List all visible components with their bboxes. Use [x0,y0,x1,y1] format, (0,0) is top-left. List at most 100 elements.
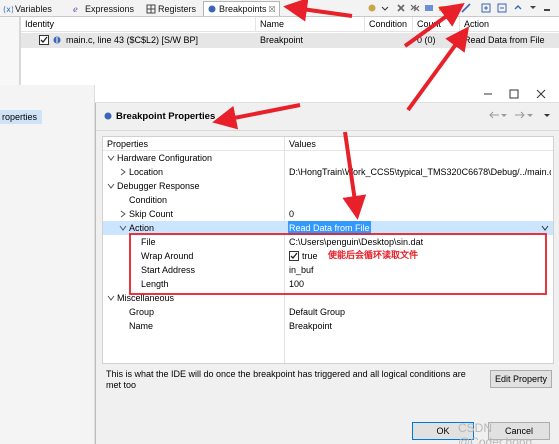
action-select-value[interactable]: Read Data from File [288,221,371,235]
section-hardware-configuration[interactable]: Hardware Configuration [103,151,553,165]
section-debugger-response[interactable]: Debugger Response [103,179,553,193]
close-window-icon[interactable] [536,89,546,99]
minimize-window-icon[interactable] [483,89,493,99]
forward-dropdown-icon[interactable] [526,110,534,120]
property-value[interactable]: 0 [289,207,294,221]
tab-variables-label: Variables [15,3,52,14]
tab-registers[interactable]: Registers [143,1,199,16]
tab-breakpoints[interactable]: Breakpoints ☒ [203,1,280,16]
svg-text:(x): (x) [3,5,13,14]
property-value[interactable]: C:\Users\penguin\Desktop\sin.dat [289,235,423,249]
breakpoint-identity: main.c, line 43 ($C$L2) [S/W BP] [66,35,199,45]
breakpoint-row[interactable]: main.c, line 43 ($C$L2) [S/W BP] Breakpo… [21,33,559,48]
property-row-start-address[interactable]: Start Address in_buf [103,263,553,277]
screenshot: (x) Variables ℯ Expressions Registers Br… [0,0,559,444]
dialog-title: Breakpoint Properties [116,111,216,122]
property-row-name[interactable]: Name Breakpoint [103,319,553,333]
chevron-down-icon[interactable] [541,224,549,232]
tab-variables[interactable]: (x) Variables [0,1,55,16]
annotation-text: 使能后会循环读取文件 [328,251,419,261]
property-value[interactable]: in_buf [289,263,314,277]
remove-icon[interactable] [396,3,406,13]
close-tab-icon[interactable]: ☒ [269,5,276,14]
chevron-right-icon[interactable] [119,210,127,218]
breakpoint-count: 0 (0) [417,35,436,45]
svg-text:ℯ: ℯ [73,5,78,14]
watermark: CSDN @Coder.hong [458,421,533,444]
expressions-icon: ℯ [73,5,78,14]
view-tab-bar: (x) Variables ℯ Expressions Registers Br… [0,0,559,17]
checkbox-checked-icon[interactable] [39,35,49,45]
maximize-window-icon[interactable] [509,89,519,99]
collapse-all-icon[interactable] [497,3,507,13]
section-label: Hardware Configuration [117,153,213,163]
forward-arrow-icon[interactable] [514,110,526,120]
breakpoint-action: Read Data from File [464,35,545,45]
property-row-group[interactable]: Group Default Group [103,305,553,319]
checkbox-checked-icon[interactable] [289,251,299,261]
property-name: Action [129,223,155,233]
tab-expressions-label: Expressions [85,3,135,14]
property-value[interactable]: 100 [289,277,304,291]
minimize-icon[interactable] [542,3,552,13]
expand-all-icon[interactable] [481,3,491,13]
column-header-action[interactable]: Action [460,17,559,32]
column-header-condition[interactable]: Condition [365,17,413,32]
breakpoint-properties-icon [104,112,112,120]
property-row-wrap-around[interactable]: Wrap Around true 使能后会循环读取文件 [103,249,553,263]
section-label: Debugger Response [117,181,200,191]
link-icon[interactable] [513,3,523,13]
property-row-condition[interactable]: Condition [103,193,553,207]
property-value[interactable]: D:\HongTrain\Work_CCS5\typical_TMS320C66… [289,165,551,179]
description-area: This is what the IDE will do once the br… [102,365,554,395]
chevron-down-icon[interactable] [107,294,115,302]
column-header-values[interactable]: Values [289,137,316,151]
show-breakpoints-icon[interactable] [424,3,434,13]
menu-dropdown-icon[interactable] [542,110,552,120]
edit-property-button[interactable]: Edit Property [490,370,552,388]
breakpoint-name: Breakpoint [260,35,304,45]
background-sidebar-item[interactable]: roperties [0,110,42,124]
view-menu-icon[interactable] [528,3,538,13]
property-name: Location [129,167,164,177]
column-header-count[interactable]: Count [413,17,460,32]
column-header-properties[interactable]: Properties [107,137,148,151]
property-name: Group [129,307,155,317]
property-row-file[interactable]: File C:\Users\penguin\Desktop\sin.dat [103,235,553,249]
tab-expressions[interactable]: ℯ Expressions [70,1,137,16]
dropdown-icon[interactable] [380,3,390,13]
breakpoints-table: Identity Name Condition Count Action mai… [20,17,559,85]
section-miscellaneous[interactable]: Miscellaneous [103,291,553,305]
breakpoints-icon [208,5,216,13]
variables-icon: (x) [3,5,13,14]
property-name: Wrap Around [141,251,194,261]
property-name: Length [141,279,169,289]
property-value[interactable]: Breakpoint [289,319,332,333]
breakpoint-properties-dialog: Breakpoint Properties Properties Values … [95,103,559,444]
property-value[interactable]: Default Group [289,305,345,319]
tab-breakpoints-label: Breakpoints [219,4,267,14]
property-row-location[interactable]: Location D:\HongTrain\Work_CCS5\typical_… [103,165,553,179]
back-arrow-icon[interactable] [488,110,500,120]
column-header-name[interactable]: Name [256,17,365,32]
section-label: Miscellaneous [117,293,175,303]
chevron-right-icon[interactable] [119,168,127,176]
property-value: true [302,251,318,261]
back-dropdown-icon[interactable] [500,110,508,120]
property-name: File [141,237,156,247]
properties-header-row: Properties Values [103,137,553,151]
go-to-file-icon[interactable] [438,3,448,13]
property-row-action[interactable]: Action Read Data from File [103,221,553,235]
column-header-identity[interactable]: Identity [21,17,256,32]
property-row-length[interactable]: Length 100 [103,277,553,291]
dialog-header: Breakpoint Properties [96,103,559,131]
remove-all-icon[interactable] [410,3,420,13]
chevron-down-icon[interactable] [107,182,115,190]
chevron-down-icon[interactable] [119,224,127,232]
breakpoint-icon [53,36,61,44]
property-row-skip-count[interactable]: Skip Count 0 [103,207,553,221]
skip-all-icon[interactable] [461,3,471,13]
left-gutter [0,17,20,85]
new-breakpoint-icon[interactable] [367,3,377,13]
chevron-down-icon[interactable] [107,154,115,162]
